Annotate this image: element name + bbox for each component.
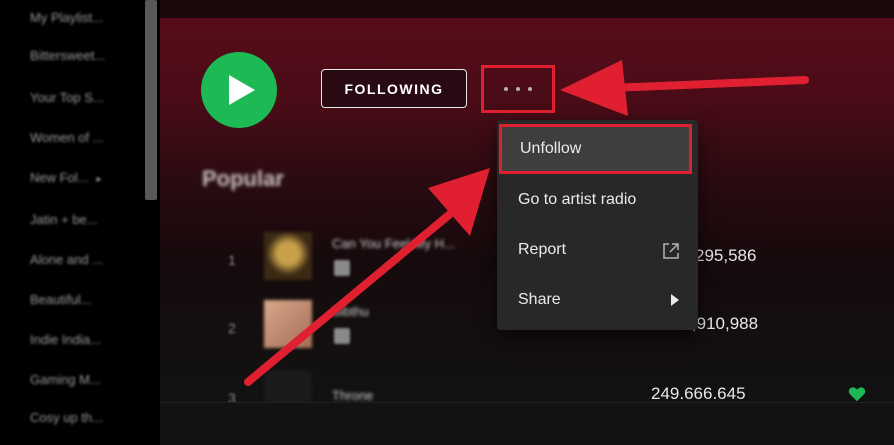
chevron-right-icon: ▸ <box>96 174 102 185</box>
track-play-count: 295,586 <box>695 246 757 265</box>
explicit-badge <box>334 260 350 276</box>
track-title: Throne <box>332 388 374 402</box>
menu-item-label: Share <box>518 291 561 308</box>
sidebar-playlist-item[interactable]: Cosy up th... <box>30 410 103 425</box>
chevron-right-icon <box>671 294 679 306</box>
track-number: 2 <box>228 320 236 336</box>
context-menu: Unfollow Go to artist radio Report Share <box>497 120 698 330</box>
sidebar-playlist-item[interactable]: Your Top S... <box>30 90 104 105</box>
more-dots-icon <box>516 87 520 91</box>
more-options-button[interactable] <box>481 65 555 113</box>
sidebar: My Playlist... Bittersweet... Your Top S… <box>0 0 160 445</box>
explicit-badge <box>334 328 350 344</box>
track-artwork <box>264 370 312 402</box>
menu-item-label: Unfollow <box>520 140 582 157</box>
track-title: Can You Feel My H... <box>332 236 455 251</box>
following-button[interactable]: FOLLOWING <box>321 69 467 108</box>
sidebar-playlist-item[interactable]: Beautiful... <box>30 292 91 307</box>
menu-item-label: Report <box>518 241 567 258</box>
sidebar-scrollbar[interactable] <box>145 0 157 200</box>
external-link-icon <box>663 243 679 259</box>
heart-icon[interactable] <box>848 386 866 402</box>
now-playing-bar <box>160 402 894 445</box>
sidebar-playlist-label: Gaming M... <box>30 372 101 387</box>
popular-section-title: Popular <box>202 166 284 191</box>
sidebar-playlist-item[interactable]: My Playlist... <box>30 10 103 25</box>
track-play-count: 249.666.645 <box>651 384 746 402</box>
track-number: 3 <box>228 390 236 402</box>
unfollow-menu-item[interactable]: Unfollow <box>499 124 692 174</box>
sidebar-playlist-item[interactable]: Bittersweet... <box>30 48 105 63</box>
menu-item-label: Go to artist radio <box>518 191 637 208</box>
sidebar-playlist-label: Jatin + be... <box>30 212 98 227</box>
sidebar-playlist-item[interactable]: Gaming M... <box>30 372 101 387</box>
track-artwork <box>264 300 312 348</box>
sidebar-playlist-label: Alone and ... <box>30 252 103 267</box>
play-button[interactable] <box>201 52 277 128</box>
sidebar-playlist-label: Your Top S... <box>30 90 104 105</box>
sidebar-playlist-item[interactable]: Alone and ... <box>30 252 103 267</box>
sidebar-playlist-label: Bittersweet... <box>30 48 106 63</box>
sidebar-folder-label: New Fol... <box>30 170 89 185</box>
more-dots-icon <box>528 87 532 91</box>
artist-radio-menu-item[interactable]: Go to artist radio <box>497 175 698 225</box>
sidebar-folder-item[interactable]: New Fol... ▸ <box>30 170 102 185</box>
report-menu-item[interactable]: Report <box>497 225 698 275</box>
sidebar-playlist-label: Indie India... <box>30 332 101 347</box>
artist-header-image <box>160 0 894 18</box>
sidebar-playlist-item[interactable]: Women of ... <box>30 130 103 145</box>
sidebar-playlist-label: Beautiful... <box>30 292 92 307</box>
track-artwork <box>264 232 312 280</box>
sidebar-playlist-item[interactable]: Jatin + be... <box>30 212 98 227</box>
share-menu-item[interactable]: Share <box>497 275 698 325</box>
more-dots-icon <box>504 87 508 91</box>
track-number: 1 <box>228 252 236 268</box>
play-icon <box>229 75 255 105</box>
track-row[interactable]: 3 Throne 249.666.645 <box>160 370 894 402</box>
sidebar-playlist-item[interactable]: Indie India... <box>30 332 101 347</box>
sidebar-playlist-label: Women of ... <box>30 130 104 145</box>
track-title: Sibthu <box>332 304 369 319</box>
sidebar-playlist-label: My Playlist... <box>30 10 103 25</box>
sidebar-playlist-label: Cosy up th... <box>30 410 103 425</box>
